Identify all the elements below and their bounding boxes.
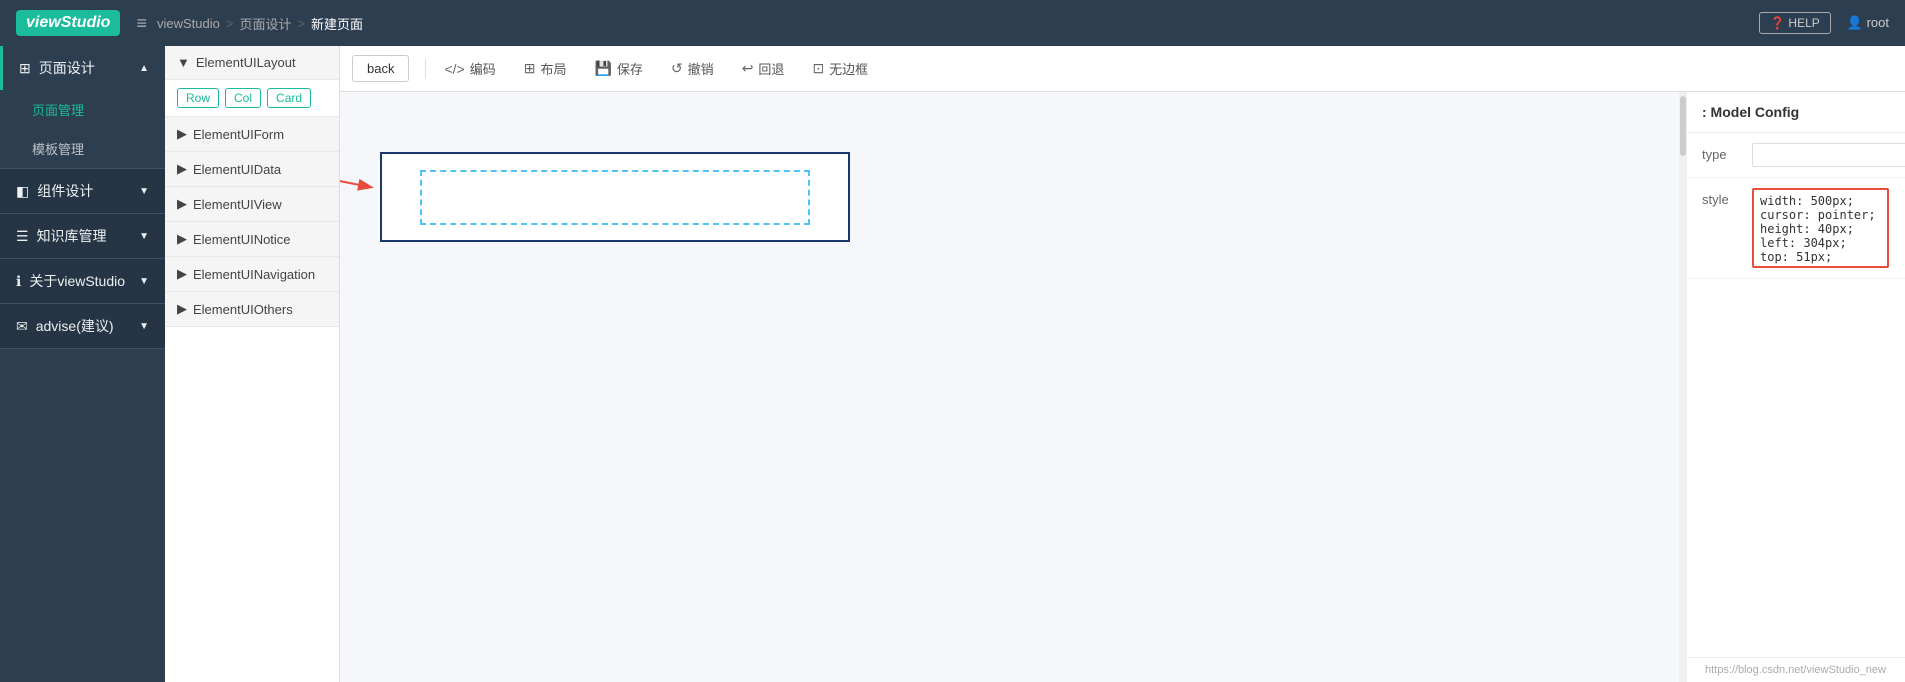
comp-section-layout-label: ElementUILayout <box>196 55 296 70</box>
comp-tag-col[interactable]: Col <box>225 88 261 108</box>
comp-section-data-label: ElementUIData <box>193 162 281 177</box>
layout-icon: ⊞ <box>524 60 536 77</box>
breadcrumb-item-1: viewStudio <box>157 16 220 31</box>
comp-section-notice-arrow: ▶ <box>177 231 187 247</box>
comp-tag-row-layout: Row Col Card <box>165 80 339 117</box>
borderless-icon: ⊡ <box>812 60 824 77</box>
comp-tag-card[interactable]: Card <box>267 88 311 108</box>
save-icon: 💾 <box>594 60 611 77</box>
sidebar-header-component-design[interactable]: ◧ 组件设计 ▼ <box>0 169 165 213</box>
toolbar-borderless-button[interactable]: ⊡ 无边框 <box>798 53 882 84</box>
menu-icon[interactable]: ≡ <box>136 13 147 34</box>
toolbar-save-button[interactable]: 💾 保存 <box>580 53 656 84</box>
sidebar-label-page-design: 页面设计 <box>39 58 95 78</box>
comp-section-form[interactable]: ▶ ElementUIForm <box>165 117 339 152</box>
comp-section-navigation-label: ElementUINavigation <box>193 267 315 282</box>
comp-section-form-arrow: ▶ <box>177 126 187 142</box>
sidebar: ⊞ 页面设计 ▲ 页面管理 模板管理 ◧ 组件设计 ▼ ☰ 知识库管理 ▼ ℹ … <box>0 46 165 682</box>
sidebar-header-knowledge[interactable]: ☰ 知识库管理 ▼ <box>0 214 165 258</box>
about-icon: ℹ <box>16 273 21 290</box>
comp-section-others-label: ElementUIOthers <box>193 302 293 317</box>
canvas-col-element[interactable] <box>420 170 810 225</box>
sidebar-label-about: 关于viewStudio <box>29 271 125 291</box>
config-input-type[interactable] <box>1752 143 1905 167</box>
sidebar-header-page-design[interactable]: ⊞ 页面设计 ▲ <box>0 46 165 90</box>
sidebar-item-template-manage[interactable]: 模板管理 <box>0 129 165 168</box>
config-footer: https://blog.csdn.net/viewStudio_new <box>1686 657 1905 682</box>
comp-section-navigation-arrow: ▶ <box>177 266 187 282</box>
config-textarea-style[interactable]: width: 500px; cursor: pointer; height: 4… <box>1752 188 1889 268</box>
breadcrumb-item-3: 新建页面 <box>311 14 363 33</box>
toolbar-code-button[interactable]: </> 编码 <box>430 53 509 84</box>
chevron-down-icon-4: ▼ <box>139 321 149 332</box>
sidebar-section-about: ℹ 关于viewStudio ▼ <box>0 259 165 304</box>
comp-section-others-arrow: ▶ <box>177 301 187 317</box>
toolbar-back-button[interactable]: ↩ 回退 <box>728 53 799 84</box>
user-info[interactable]: 👤 root <box>1847 15 1889 31</box>
component-panel: ▼ ElementUILayout Row Col Card ▶ Element… <box>165 46 340 682</box>
comp-tag-row[interactable]: Row <box>177 88 219 108</box>
sidebar-label-advise: advise(建议) <box>36 316 114 336</box>
comp-section-data-arrow: ▶ <box>177 161 187 177</box>
comp-section-notice-label: ElementUINotice <box>193 232 291 247</box>
comp-section-view-label: ElementUIView <box>193 197 282 212</box>
advise-icon: ✉ <box>16 318 28 335</box>
comp-section-navigation[interactable]: ▶ ElementUINavigation <box>165 257 339 292</box>
code-icon: </> <box>444 61 464 77</box>
toolbar: back </> 编码 ⊞ 布局 💾 保存 ↺ 撤销 ↩ 回退 ⊡ 无边框 <box>340 46 1905 92</box>
back-button[interactable]: back <box>352 55 409 82</box>
top-navbar: viewStudio ≡ viewStudio > 页面设计 > 新建页面 ❓ … <box>0 0 1905 46</box>
sidebar-label-component-design: 组件设计 <box>37 181 93 201</box>
chevron-down-icon-1: ▼ <box>139 186 149 197</box>
page-design-icon: ⊞ <box>19 60 31 77</box>
chevron-up-icon: ▲ <box>139 63 149 74</box>
breadcrumb: viewStudio > 页面设计 > 新建页面 <box>157 14 363 33</box>
canvas-row-element[interactable] <box>380 152 850 242</box>
breadcrumb-item-2: 页面设计 <box>239 14 291 33</box>
chevron-down-icon-3: ▼ <box>139 276 149 287</box>
logo: viewStudio <box>16 10 120 36</box>
undo-icon: ↺ <box>671 60 683 77</box>
config-row-type: type <box>1686 133 1905 178</box>
sidebar-section-page-design: ⊞ 页面设计 ▲ 页面管理 模板管理 <box>0 46 165 169</box>
comp-section-others[interactable]: ▶ ElementUIOthers <box>165 292 339 327</box>
sidebar-header-advise[interactable]: ✉ advise(建议) ▼ <box>0 304 165 348</box>
comp-section-layout-arrow: ▼ <box>177 55 190 70</box>
comp-section-form-label: ElementUIForm <box>193 127 284 142</box>
sidebar-label-knowledge: 知识库管理 <box>37 226 107 246</box>
comp-section-layout[interactable]: ▼ ElementUILayout <box>165 46 339 80</box>
comp-section-data[interactable]: ▶ ElementUIData <box>165 152 339 187</box>
toolbar-undo-button[interactable]: ↺ 撤销 <box>657 53 728 84</box>
chevron-down-icon-2: ▼ <box>139 231 149 242</box>
toolbar-separator-1 <box>425 59 426 79</box>
config-label-type: type <box>1702 143 1742 162</box>
canvas-scrollbar-thumb <box>1680 96 1686 156</box>
config-row-style: style width: 500px; cursor: pointer; hei… <box>1686 178 1905 279</box>
back-icon: ↩ <box>742 60 754 77</box>
sidebar-item-page-manage[interactable]: 页面管理 <box>0 90 165 129</box>
canvas-area <box>340 92 1685 592</box>
comp-section-view-arrow: ▶ <box>177 196 187 212</box>
main-canvas[interactable] <box>340 92 1685 682</box>
config-panel-title: : Model Config <box>1686 92 1905 133</box>
sidebar-header-about[interactable]: ℹ 关于viewStudio ▼ <box>0 259 165 303</box>
config-panel: : Model Config type style width: 500px; … <box>1685 92 1905 682</box>
comp-section-view[interactable]: ▶ ElementUIView <box>165 187 339 222</box>
sidebar-section-knowledge: ☰ 知识库管理 ▼ <box>0 214 165 259</box>
breadcrumb-sep-1: > <box>226 16 234 31</box>
canvas-scrollbar[interactable] <box>1679 92 1687 682</box>
sidebar-section-component-design: ◧ 组件设计 ▼ <box>0 169 165 214</box>
comp-section-notice[interactable]: ▶ ElementUINotice <box>165 222 339 257</box>
help-button[interactable]: ❓ HELP <box>1759 12 1831 34</box>
breadcrumb-sep-2: > <box>297 16 305 31</box>
toolbar-layout-button[interactable]: ⊞ 布局 <box>510 53 581 84</box>
knowledge-icon: ☰ <box>16 228 29 245</box>
sidebar-section-advise: ✉ advise(建议) ▼ <box>0 304 165 349</box>
component-design-icon: ◧ <box>16 183 29 200</box>
top-right-area: ❓ HELP 👤 root <box>1759 12 1889 34</box>
config-label-style: style <box>1702 188 1742 207</box>
